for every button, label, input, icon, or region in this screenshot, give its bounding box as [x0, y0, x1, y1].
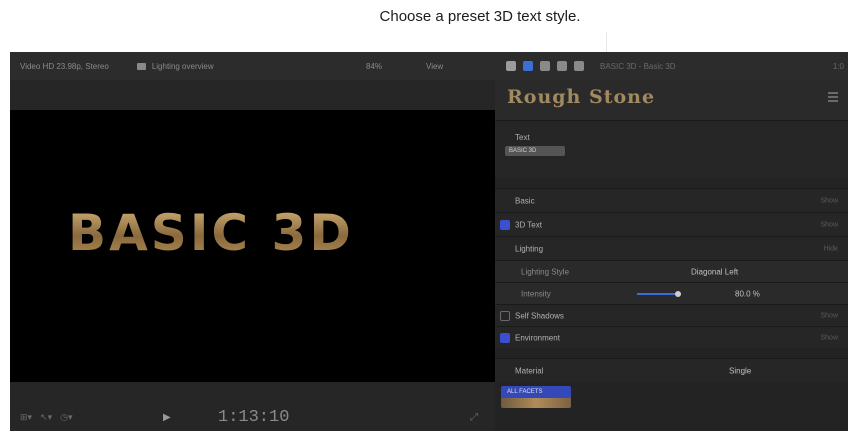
intensity-value[interactable]: 80.0 %: [735, 289, 760, 298]
material-value[interactable]: Single: [729, 366, 751, 375]
row-environment[interactable]: Environment Show: [495, 326, 848, 348]
inspector-panel: BASIC 3D - Basic 3D 1:0 Rough Stone Text…: [495, 52, 848, 431]
timecode: 1:13:10: [218, 408, 290, 427]
video-inspector-icon[interactable]: [506, 61, 516, 71]
transform-icon[interactable]: ⊞▾: [20, 412, 32, 423]
row-material[interactable]: Material Single: [495, 358, 848, 382]
swatch-preview: [501, 398, 571, 408]
zoom-menu[interactable]: 84%: [366, 62, 382, 71]
text-section-label: Text: [515, 133, 530, 142]
inspector-tabs: BASIC 3D - Basic 3D 1:0: [495, 52, 848, 80]
play-icon[interactable]: ▶: [163, 412, 171, 423]
preset-selector[interactable]: Rough Stone: [495, 80, 848, 120]
row-lighting-label: Lighting: [515, 244, 544, 253]
intensity-slider-knob[interactable]: [675, 290, 681, 297]
row-lighting-style[interactable]: Lighting Style Diagonal Left: [495, 260, 848, 282]
viewer-format: Video HD 23.98p, Stereo: [20, 61, 109, 71]
fullscreen-icon[interactable]: ⤢: [470, 412, 478, 423]
material-swatch[interactable]: ALL FACETS: [501, 386, 571, 408]
viewer-toolbar: Video HD 23.98p, Stereo Lighting overvie…: [10, 52, 495, 80]
row-3d-text[interactable]: 3D Text Show: [495, 212, 848, 236]
environment-toggle[interactable]: Show: [820, 334, 838, 341]
filter-inspector-icon[interactable]: [557, 61, 567, 71]
row-intensity[interactable]: Intensity 80.0 %: [495, 282, 848, 304]
info-inspector-icon[interactable]: [574, 61, 584, 71]
text-field[interactable]: BASIC 3D: [505, 146, 565, 156]
app-window: Video HD 23.98p, Stereo Lighting overvie…: [10, 52, 848, 431]
row-basic[interactable]: Basic Show: [495, 188, 848, 212]
preset-menu-icon[interactable]: [828, 92, 838, 102]
callout-text: Choose a preset 3D text style.: [379, 8, 581, 25]
viewer-canvas[interactable]: BASIC 3D: [10, 110, 495, 382]
intensity-label: Intensity: [521, 289, 551, 298]
self-shadows-label: Self Shadows: [515, 311, 564, 320]
row-3d-text-label: 3D Text: [515, 220, 542, 229]
row-3d-text-toggle[interactable]: Show: [820, 221, 838, 228]
3d-text-checkbox[interactable]: [500, 219, 510, 230]
text-inspector-icon[interactable]: [523, 61, 533, 71]
screenshot-root: Choose a preset 3D text style. Video HD …: [0, 0, 848, 431]
row-self-shadows[interactable]: Self Shadows Show: [495, 304, 848, 326]
lighting-style-label: Lighting Style: [521, 267, 570, 276]
inspector-duration: 1:0: [832, 61, 844, 71]
self-shadows-toggle[interactable]: Show: [820, 312, 838, 319]
row-basic-label: Basic: [515, 196, 535, 205]
canvas-3d-title[interactable]: BASIC 3D: [68, 204, 354, 262]
environment-checkbox[interactable]: [500, 332, 510, 343]
material-label: Material: [515, 366, 544, 375]
title-inspector-icon[interactable]: [540, 61, 550, 71]
viewer-tools: ⊞▾ ↖▾ ◷▾: [20, 412, 73, 423]
lighting-style-value[interactable]: Diagonal Left: [691, 267, 738, 276]
environment-label: Environment: [515, 333, 560, 342]
preset-name[interactable]: Rough Stone: [507, 86, 655, 108]
camera-icon: [136, 62, 146, 70]
inspector-title: BASIC 3D - Basic 3D: [600, 61, 676, 71]
view-menu[interactable]: View: [426, 62, 443, 71]
speed-icon[interactable]: ◷▾: [60, 412, 72, 423]
viewer-strip: [10, 80, 495, 110]
viewer-controls: ⊞▾ ↖▾ ◷▾ ▶ 1:13:10 ⤢: [10, 382, 495, 431]
row-lighting-toggle[interactable]: Hide: [824, 245, 838, 252]
swatch-label: ALL FACETS: [507, 389, 543, 395]
row-basic-toggle[interactable]: Show: [820, 197, 838, 204]
viewer-name[interactable]: Lighting overview: [152, 62, 214, 71]
self-shadows-checkbox[interactable]: [500, 310, 510, 321]
select-tool-icon[interactable]: ↖▾: [40, 412, 52, 423]
row-lighting[interactable]: Lighting Hide: [495, 236, 848, 260]
